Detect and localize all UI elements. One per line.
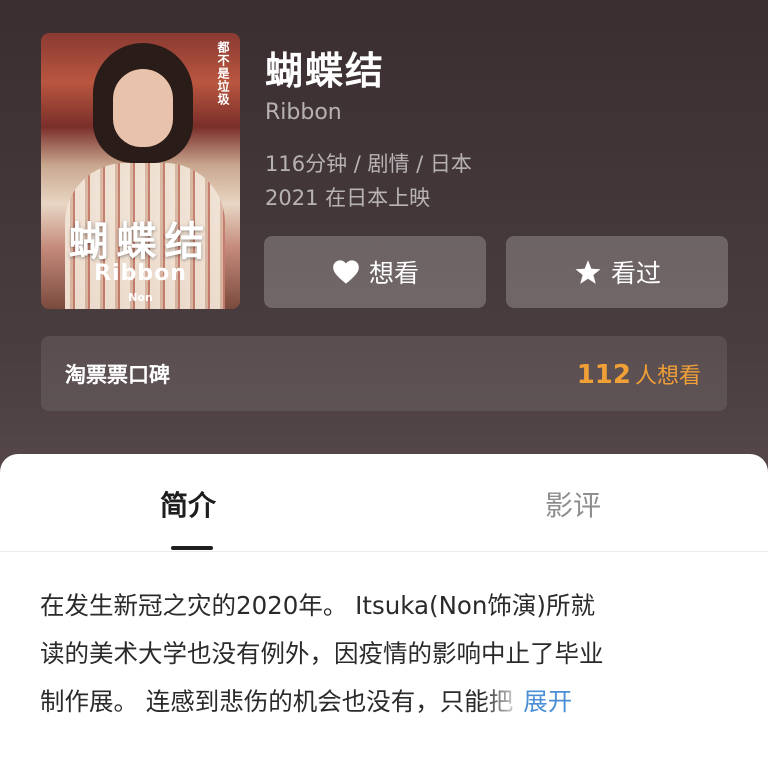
movie-header: 都不是垃圾 蝴蝶结 Ribbon Non 蝴蝶结 Ribbon 116分钟 / …	[0, 0, 768, 470]
synopsis-line-last: 制作展。 连感到悲伤的机会也没有，只能把 展开	[40, 678, 730, 726]
poster-tagline: 都不是垃圾	[216, 41, 230, 106]
tab-bar: 简介 影评	[0, 454, 768, 552]
watched-label: 看过	[610, 259, 661, 288]
movie-title: 蝴蝶结	[265, 49, 386, 93]
movie-meta: 116分钟 / 剧情 / 日本	[265, 152, 472, 176]
movie-poster[interactable]: 都不是垃圾 蝴蝶结 Ribbon Non	[41, 33, 240, 309]
text-fade	[483, 688, 524, 718]
synopsis-line: 读的美术大学也没有例外，因疫情的影响中止了毕业	[40, 639, 604, 668]
poster-cast: Non	[128, 291, 153, 304]
rating-label: 淘票票口碑	[65, 362, 170, 387]
poster-face-shape	[113, 69, 173, 147]
tab-intro[interactable]: 简介	[160, 484, 216, 524]
heart-icon	[331, 257, 361, 287]
rating-bar[interactable]: 淘票票口碑 112 人想看	[41, 336, 727, 411]
star-icon	[573, 257, 603, 287]
movie-release: 2021 在日本上映	[265, 186, 431, 210]
watched-button[interactable]: 看过	[506, 236, 728, 308]
active-tab-indicator	[171, 546, 213, 550]
poster-subtitle: Ribbon	[94, 261, 187, 286]
want-count: 112 人想看	[577, 358, 701, 390]
movie-original-title: Ribbon	[265, 100, 342, 125]
want-to-watch-label: 想看	[368, 259, 419, 288]
poster-title: 蝴蝶结	[68, 219, 213, 265]
want-to-watch-button[interactable]: 想看	[264, 236, 486, 308]
want-count-number: 112	[576, 359, 631, 390]
synopsis-line: 制作展。 连感到悲伤的机会也没有，只能把	[40, 687, 514, 716]
expand-link[interactable]: 展开	[523, 687, 572, 716]
want-count-unit: 人想看	[634, 363, 701, 389]
synopsis-text: 在发生新冠之灾的2020年。 Itsuka(Non饰演)所就 读的美术大学也没有…	[40, 582, 730, 726]
detail-sheet: 简介 影评 在发生新冠之灾的2020年。 Itsuka(Non饰演)所就 读的美…	[0, 454, 768, 768]
synopsis-line: 在发生新冠之灾的2020年。 Itsuka(Non饰演)所就	[40, 591, 595, 620]
tab-review[interactable]: 影评	[545, 484, 601, 524]
